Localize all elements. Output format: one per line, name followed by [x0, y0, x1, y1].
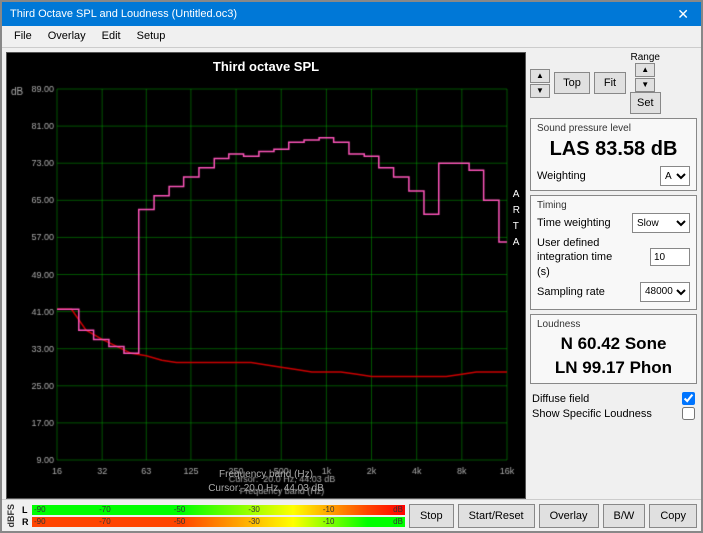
r-label: R [22, 517, 30, 527]
loudness-n-value: N 60.42 Sone LN 99.17 Phon [537, 332, 690, 380]
spl-section-label: Sound pressure level [537, 123, 690, 134]
range-label: Range [631, 52, 660, 63]
fit-label: Fit [604, 77, 616, 89]
main-content: Third octave SPL ARTA Cursor: 20.0 Hz, 4… [2, 48, 701, 499]
r-tick-30: -30 [248, 517, 260, 526]
loudness-section: Loudness N 60.42 Sone LN 99.17 Phon [530, 314, 697, 385]
close-button[interactable]: ✕ [673, 7, 693, 21]
sampling-rate-label: Sampling rate [537, 286, 605, 298]
timing-section: Timing Time weighting Slow Fast Impulse … [530, 195, 697, 310]
l-label: L [22, 505, 30, 515]
dbfs-label: dBFS [6, 504, 16, 528]
sampling-rate-row: Sampling rate 48000 44100 96000 [537, 282, 690, 302]
l-tick-70: -70 [99, 505, 111, 514]
r-tick-dB: dB [393, 517, 403, 526]
time-weighting-select[interactable]: Slow Fast Impulse [632, 213, 690, 233]
copy-button[interactable]: Copy [649, 504, 697, 528]
l-tick-90: -90 [34, 505, 46, 514]
level-l-row: L -90 -70 -50 -30 -10 dB [22, 505, 405, 515]
title-bar: Third Octave SPL and Loudness (Untitled.… [2, 2, 701, 26]
loudness-section-label: Loudness [537, 319, 690, 330]
range-group: Range ▲ ▼ Set [630, 52, 661, 114]
l-tick-dB: dB [393, 505, 403, 514]
top-nav-group: ▲ ▼ [530, 69, 550, 98]
chart-area: Third octave SPL ARTA Cursor: 20.0 Hz, 4… [6, 52, 526, 499]
diffuse-field-row: Diffuse field [532, 392, 695, 405]
spl-section: Sound pressure level LAS 83.58 dB Weight… [530, 118, 697, 191]
r-tick-10: -10 [323, 517, 335, 526]
top-up-button[interactable]: ▲ [530, 69, 550, 83]
stop-button[interactable]: Stop [409, 504, 454, 528]
l-tick-10: -10 [323, 505, 335, 514]
bw-button[interactable]: B/W [603, 504, 646, 528]
integration-input[interactable] [650, 248, 690, 266]
range-nav-group: ▲ ▼ [635, 63, 655, 92]
weighting-label: Weighting [537, 170, 586, 182]
bottom-bar: dBFS L -90 -70 -50 -30 -10 dB R -90 -70 … [2, 499, 701, 531]
menu-file[interactable]: File [6, 28, 40, 45]
r-tick-50: -50 [174, 517, 186, 526]
diffuse-field-checkbox[interactable] [682, 392, 695, 405]
range-up-button[interactable]: ▲ [635, 63, 655, 77]
n-value: N 60.42 Sone [537, 332, 690, 356]
set-button[interactable]: Set [630, 92, 661, 114]
range-down-button[interactable]: ▼ [635, 78, 655, 92]
top-down-button[interactable]: ▼ [530, 84, 550, 98]
integration-row: User definedintegration time (s) [537, 236, 690, 279]
time-weighting-row: Time weighting Slow Fast Impulse [537, 213, 690, 233]
l-tick-30: -30 [248, 505, 260, 514]
level-r-row: R -90 -70 -50 -30 -10 dB [22, 517, 405, 527]
nav-controls: ▲ ▼ Top Fit Range ▲ ▼ Set [530, 52, 697, 114]
r-tick-90: -90 [34, 517, 46, 526]
weighting-row: Weighting A B C Z [537, 166, 690, 186]
sampling-rate-select[interactable]: 48000 44100 96000 [640, 282, 690, 302]
menu-bar: File Overlay Edit Setup [2, 26, 701, 48]
fit-button[interactable]: Fit [594, 72, 626, 94]
menu-overlay[interactable]: Overlay [40, 28, 94, 45]
level-bar-l: -90 -70 -50 -30 -10 dB [32, 505, 405, 515]
specific-loudness-checkbox[interactable] [682, 407, 695, 420]
main-window: Third Octave SPL and Loudness (Untitled.… [0, 0, 703, 533]
top-label: Top [563, 77, 581, 89]
time-weighting-label: Time weighting [537, 217, 611, 229]
right-panel: ▲ ▼ Top Fit Range ▲ ▼ Set [526, 48, 701, 499]
options-section: Diffuse field Show Specific Loudness [530, 388, 697, 422]
start-reset-button[interactable]: Start/Reset [458, 504, 535, 528]
diffuse-field-label: Diffuse field [532, 393, 589, 405]
level-meters: L -90 -70 -50 -30 -10 dB R -90 -70 -50 -… [22, 505, 405, 527]
menu-edit[interactable]: Edit [94, 28, 129, 45]
ln-value: LN 99.17 Phon [537, 356, 690, 380]
top-button[interactable]: Top [554, 72, 590, 94]
specific-loudness-label: Show Specific Loudness [532, 408, 652, 420]
weighting-select[interactable]: A B C Z [660, 166, 690, 186]
window-title: Third Octave SPL and Loudness (Untitled.… [10, 8, 237, 20]
r-tick-70: -70 [99, 517, 111, 526]
timing-section-label: Timing [537, 200, 690, 211]
menu-setup[interactable]: Setup [129, 28, 174, 45]
spl-chart [7, 53, 525, 498]
spl-value: LAS 83.58 dB [537, 136, 690, 163]
level-bar-r: -90 -70 -50 -30 -10 dB [32, 517, 405, 527]
l-tick-50: -50 [174, 505, 186, 514]
overlay-button[interactable]: Overlay [539, 504, 599, 528]
integration-label: User definedintegration time (s) [537, 236, 627, 279]
specific-loudness-row: Show Specific Loudness [532, 407, 695, 420]
